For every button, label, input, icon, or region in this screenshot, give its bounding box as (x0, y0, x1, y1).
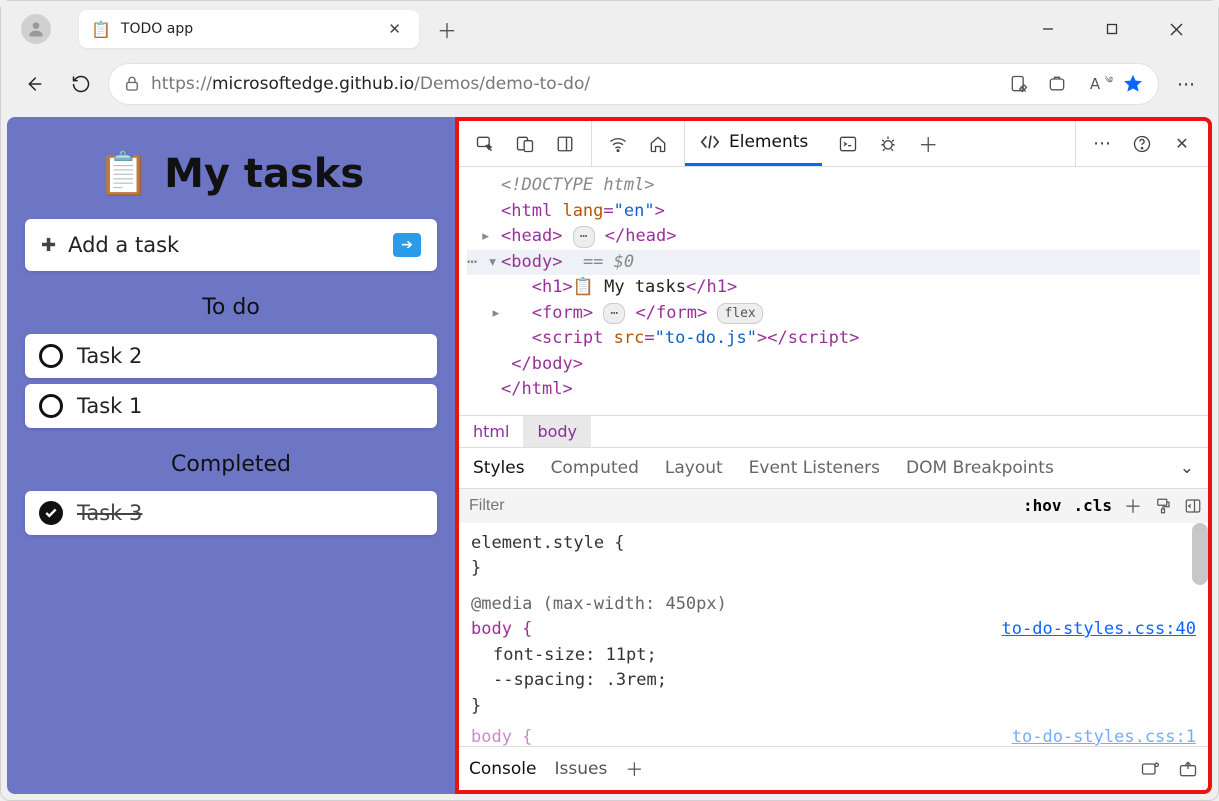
task-checkbox[interactable] (39, 344, 63, 368)
browser-menu-button[interactable]: ⋯ (1166, 74, 1206, 95)
task-checkbox[interactable] (39, 501, 63, 525)
dock-icon[interactable] (545, 135, 585, 153)
address-actions: A༄ (1008, 73, 1144, 95)
task-row[interactable]: Task 2 (25, 334, 437, 378)
back-button[interactable] (13, 64, 53, 104)
add-task-field[interactable]: ✚ Add a task ➔ (25, 219, 437, 271)
ellipsis-badge: ⋯ (573, 226, 595, 248)
network-conditions-icon[interactable] (598, 134, 638, 154)
tab-close-icon[interactable]: ✕ (382, 17, 407, 41)
tab-elements-label: Elements (729, 132, 808, 152)
dom-tree[interactable]: <!DOCTYPE html> <html lang="en"> ▸ <head… (459, 167, 1208, 415)
stylesheet-link[interactable]: to-do-styles.css:40 (1002, 617, 1196, 643)
drawer-console-tab[interactable]: Console (469, 759, 537, 779)
inspect-icon[interactable] (465, 134, 505, 154)
stylesheet-link[interactable]: to-do-styles.css:1 (1012, 725, 1196, 746)
hov-button[interactable]: :hov (1023, 496, 1062, 515)
tab-computed[interactable]: Computed (551, 458, 639, 478)
doctype-node: <!DOCTYPE html> (501, 175, 655, 195)
devtools-menu-icon[interactable]: ⋯ (1082, 133, 1122, 154)
minimize-button[interactable] (1026, 13, 1070, 45)
crumb-html[interactable]: html (459, 416, 523, 447)
toggle-sidebar-icon[interactable] (1184, 497, 1202, 515)
help-icon[interactable] (1122, 134, 1162, 154)
address-url: https://microsoftedge.github.io/Demos/de… (151, 74, 998, 94)
page-title: 📋 My tasks (25, 149, 437, 199)
drawer-expand-icon[interactable] (1178, 759, 1198, 779)
console-tab-icon[interactable] (828, 134, 868, 154)
styles-tabbar: Styles Computed Layout Event Listeners D… (459, 447, 1208, 488)
tab-elements[interactable]: Elements (685, 121, 822, 166)
welcome-icon[interactable] (638, 134, 678, 154)
devtools-panel: Elements ＋ ⋯ ✕ <!DOCTYPE html> <html lan… (455, 117, 1212, 794)
task-name: Task 2 (77, 344, 142, 368)
add-tab-icon[interactable]: ＋ (908, 129, 948, 158)
task-name: Task 3 (77, 501, 142, 525)
read-aloud-icon[interactable]: A༄ (1084, 73, 1106, 95)
styles-rules[interactable]: element.style { } @media (max-width: 450… (459, 523, 1208, 747)
browser-titlebar: 📋 TODO app ✕ ＋ (1, 1, 1218, 57)
tab-layout[interactable]: Layout (665, 458, 723, 478)
todo-list: Task 2 Task 1 (25, 334, 437, 428)
browser-tab[interactable]: 📋 TODO app ✕ (79, 10, 419, 48)
clipboard-icon: 📋 (98, 149, 150, 199)
debug-icon[interactable] (868, 134, 908, 154)
url-host: microsoftedge.github.io (212, 74, 414, 94)
site-lock-icon[interactable] (123, 75, 141, 93)
browser-toolbar: https://microsoftedge.github.io/Demos/de… (1, 57, 1218, 111)
profile-avatar[interactable] (21, 14, 51, 44)
title-text: My tasks (164, 151, 364, 197)
devtools-drawer: Console Issues ＋ (459, 746, 1208, 790)
tab-styles[interactable]: Styles (473, 458, 525, 478)
address-bar[interactable]: https://microsoftedge.github.io/Demos/de… (109, 64, 1158, 104)
devtools-close-icon[interactable]: ✕ (1162, 134, 1202, 153)
window-controls (1026, 13, 1198, 45)
content-area: 📋 My tasks ✚ Add a task ➔ To do Task 2 T… (1, 111, 1218, 800)
dom-breadcrumb[interactable]: html body (459, 415, 1208, 447)
favorite-star-icon[interactable] (1122, 73, 1144, 95)
refresh-button[interactable] (61, 64, 101, 104)
window-close-button[interactable] (1154, 13, 1198, 45)
maximize-button[interactable] (1090, 13, 1134, 45)
cls-button[interactable]: .cls (1073, 496, 1112, 515)
task-row[interactable]: Task 3 (25, 491, 437, 535)
tab-title: TODO app (121, 21, 373, 37)
submit-task-button[interactable]: ➔ (393, 233, 421, 257)
url-path: /Demos/demo-to-do/ (414, 74, 590, 94)
url-scheme: https:// (151, 74, 212, 94)
section-completed-heading: Completed (25, 452, 437, 477)
tab-favicon-icon: 📋 (91, 20, 111, 39)
flex-badge[interactable]: flex (717, 303, 762, 325)
new-style-rule-icon[interactable]: ＋ (1124, 493, 1142, 519)
drawer-film-icon[interactable] (1140, 759, 1160, 779)
drawer-issues-tab[interactable]: Issues (555, 759, 608, 779)
todo-app: 📋 My tasks ✚ Add a task ➔ To do Task 2 T… (7, 117, 455, 794)
task-checkbox[interactable] (39, 394, 63, 418)
devtools-tabbar: Elements ＋ ⋯ ✕ (459, 121, 1208, 167)
device-toggle-icon[interactable] (505, 134, 545, 154)
scrollbar-thumb[interactable] (1192, 523, 1208, 585)
drawer-add-tab-icon[interactable]: ＋ (625, 756, 643, 782)
paint-icon[interactable] (1154, 497, 1172, 515)
completed-list: Task 3 (25, 491, 437, 535)
task-name: Task 1 (77, 394, 142, 418)
edit-page-icon[interactable] (1008, 73, 1030, 95)
section-todo-heading: To do (25, 295, 437, 320)
tab-dom-breakpoints[interactable]: DOM Breakpoints (906, 458, 1054, 478)
task-row[interactable]: Task 1 (25, 384, 437, 428)
app-icon[interactable] (1046, 73, 1068, 95)
crumb-body[interactable]: body (523, 416, 591, 447)
tab-event-listeners[interactable]: Event Listeners (749, 458, 880, 478)
styles-toolbar: :hov .cls ＋ (459, 488, 1208, 523)
add-task-label: Add a task (68, 233, 381, 257)
styles-filter-input[interactable] (469, 497, 1011, 515)
new-tab-button[interactable]: ＋ (429, 11, 465, 47)
chevron-down-icon[interactable]: ⌄ (1180, 458, 1194, 478)
ellipsis-badge: ⋯ (603, 303, 625, 325)
plus-icon: ✚ (41, 235, 56, 256)
